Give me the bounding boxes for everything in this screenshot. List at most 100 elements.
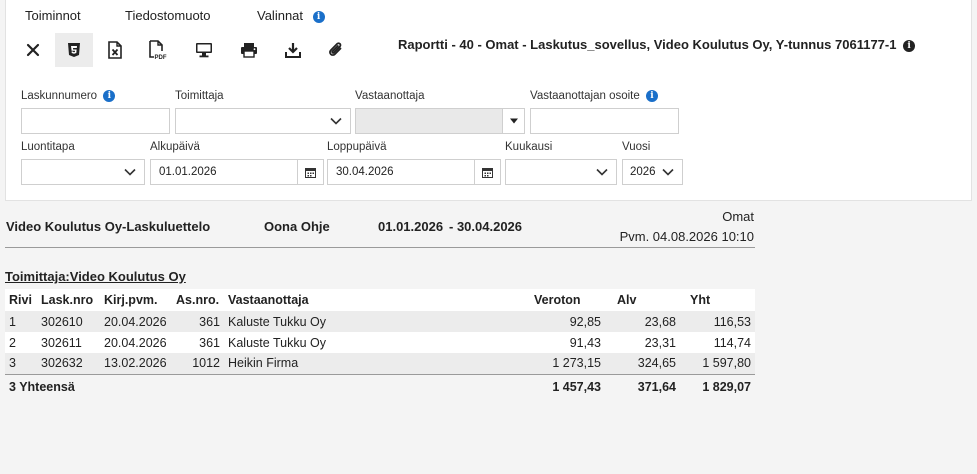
recipient-label: Vastaanottaja xyxy=(355,90,425,102)
table-total-row: 3 Yhteensä 1 457,43 371,64 1 829,07 xyxy=(5,373,755,400)
download-button[interactable] xyxy=(274,33,312,67)
total-sum: 1 829,07 xyxy=(680,373,755,400)
calendar-icon xyxy=(305,167,316,178)
attachment-button[interactable] xyxy=(317,33,355,67)
menu-actions[interactable]: Toiminnot xyxy=(25,8,81,23)
cell-total: 114,74 xyxy=(680,332,755,353)
cell-invoice-no: 302632 xyxy=(37,353,100,374)
col-header-total[interactable]: Yht xyxy=(680,289,755,311)
recipient-address-label: Vastaanottajan osoite i xyxy=(530,90,658,102)
report-info-icon[interactable]: i xyxy=(903,40,916,52)
cell-vat: 23,31 xyxy=(605,332,680,353)
col-header-recipient[interactable]: Vastaanottaja xyxy=(224,289,530,311)
period-start: 01.01.2026 xyxy=(378,219,444,234)
supplier-select[interactable] xyxy=(175,108,351,134)
cell-row-no: 1 xyxy=(5,311,37,332)
print-button[interactable] xyxy=(230,33,268,67)
close-button[interactable] xyxy=(14,33,52,67)
start-date-label: Alkupäivä xyxy=(150,141,200,153)
pdf-file-icon: PDF xyxy=(149,40,167,60)
recipient-dropdown-toggle[interactable] xyxy=(502,109,524,133)
start-date-input[interactable]: 01.01.2026 xyxy=(150,159,324,185)
attachment-icon xyxy=(329,42,342,56)
report-scope: Omat xyxy=(722,209,754,224)
menu-file-format[interactable]: Tiedostomuoto xyxy=(125,8,211,23)
cell-customer-no: 361 xyxy=(172,332,224,353)
report-title-text: Raportti - 40 - Omat - Laskutus_sovellus… xyxy=(398,37,897,52)
print-icon xyxy=(241,43,257,58)
creation-method-select[interactable] xyxy=(21,159,145,185)
col-header-row-no[interactable]: Rivi xyxy=(5,289,37,311)
cell-recipient: Heikin Firma xyxy=(224,353,530,374)
cell-vat: 324,65 xyxy=(605,353,680,374)
recipient-address-info-icon[interactable]: i xyxy=(645,90,658,102)
recipient-select xyxy=(355,108,525,134)
cell-invoice-no: 302611 xyxy=(37,332,100,353)
calendar-icon xyxy=(482,167,493,178)
invoice-table: Rivi Lask.nro Kirj.pvm. As.nro. Vastaano… xyxy=(5,289,755,400)
html-file-icon xyxy=(68,43,80,57)
cell-customer-no: 361 xyxy=(172,311,224,332)
screen-view-button[interactable] xyxy=(185,33,223,67)
cell-total: 116,53 xyxy=(680,311,755,332)
col-header-net[interactable]: Veroton xyxy=(530,289,605,311)
report-title: Raportti - 40 - Omat - Laskutus_sovellus… xyxy=(398,37,916,52)
cell-posting-date: 20.04.2026 xyxy=(100,332,172,353)
pdf-export-button[interactable]: PDF xyxy=(139,33,177,67)
caret-down-icon xyxy=(509,118,518,124)
html-export-button[interactable] xyxy=(55,33,93,67)
chevron-down-icon xyxy=(662,168,674,176)
menu-options-label[interactable]: Valinnat xyxy=(257,8,303,23)
recipient-address-input[interactable] xyxy=(530,108,679,134)
svg-text:PDF: PDF xyxy=(155,55,167,60)
cell-net: 1 273,15 xyxy=(530,353,605,374)
cell-invoice-no: 302610 xyxy=(37,311,100,332)
cell-customer-no: 1012 xyxy=(172,353,224,374)
close-icon xyxy=(26,43,40,57)
col-header-customer-no[interactable]: As.nro. xyxy=(172,289,224,311)
total-label: 3 Yhteensä xyxy=(5,373,530,400)
download-icon xyxy=(285,43,301,58)
cell-posting-date: 13.02.2026 xyxy=(100,353,172,374)
header-divider xyxy=(5,247,755,248)
list-title: Video Koulutus Oy-Laskuluettelo xyxy=(6,219,211,234)
total-vat: 371,64 xyxy=(605,373,680,400)
col-header-posting-date[interactable]: Kirj.pvm. xyxy=(100,289,172,311)
end-date-label: Loppupäivä xyxy=(327,141,387,153)
end-date-calendar-button[interactable] xyxy=(474,160,500,184)
creation-method-label: Luontitapa xyxy=(21,141,75,153)
period-end: - 30.04.2026 xyxy=(449,219,523,234)
chevron-down-icon xyxy=(124,168,136,176)
cell-row-no: 3 xyxy=(5,353,37,374)
month-select[interactable] xyxy=(505,159,617,185)
table-row[interactable]: 2 302611 20.04.2026 361 Kaluste Tukku Oy… xyxy=(5,332,755,353)
total-net: 1 457,43 xyxy=(530,373,605,400)
invoice-number-label: Laskunnumero i xyxy=(21,90,116,102)
end-date-input[interactable]: 30.04.2026 xyxy=(327,159,501,185)
table-row[interactable]: 3 302632 13.02.2026 1012 Heikin Firma 1 … xyxy=(5,353,755,374)
cell-posting-date: 20.04.2026 xyxy=(100,311,172,332)
table-row[interactable]: 1 302610 20.04.2026 361 Kaluste Tukku Oy… xyxy=(5,311,755,332)
year-select[interactable]: 2026 xyxy=(622,159,683,185)
invoice-number-info-icon[interactable]: i xyxy=(103,90,116,102)
col-header-invoice-no[interactable]: Lask.nro xyxy=(37,289,100,311)
month-label: Kuukausi xyxy=(505,141,553,153)
cell-vat: 23,68 xyxy=(605,311,680,332)
start-date-calendar-button[interactable] xyxy=(297,160,323,184)
year-label: Vuosi xyxy=(622,141,651,153)
table-header-row: Rivi Lask.nro Kirj.pvm. As.nro. Vastaano… xyxy=(5,289,755,311)
invoice-number-input[interactable] xyxy=(21,108,170,134)
excel-export-button[interactable] xyxy=(96,33,134,67)
supplier-heading: Toimittaja:Video Koulutus Oy xyxy=(5,269,186,284)
cell-recipient: Kaluste Tukku Oy xyxy=(224,332,530,353)
excel-file-icon xyxy=(108,41,122,59)
menu-options[interactable]: Valinnat i xyxy=(257,8,325,23)
start-date-value: 01.01.2026 xyxy=(159,166,217,178)
cell-row-no: 2 xyxy=(5,332,37,353)
recipient-address-label-text: Vastaanottajan osoite xyxy=(530,90,640,102)
chevron-down-icon xyxy=(596,168,608,176)
options-info-icon[interactable]: i xyxy=(312,11,325,23)
end-date-value: 30.04.2026 xyxy=(336,166,394,178)
col-header-vat[interactable]: Alv xyxy=(605,289,680,311)
chevron-down-icon xyxy=(330,117,342,125)
